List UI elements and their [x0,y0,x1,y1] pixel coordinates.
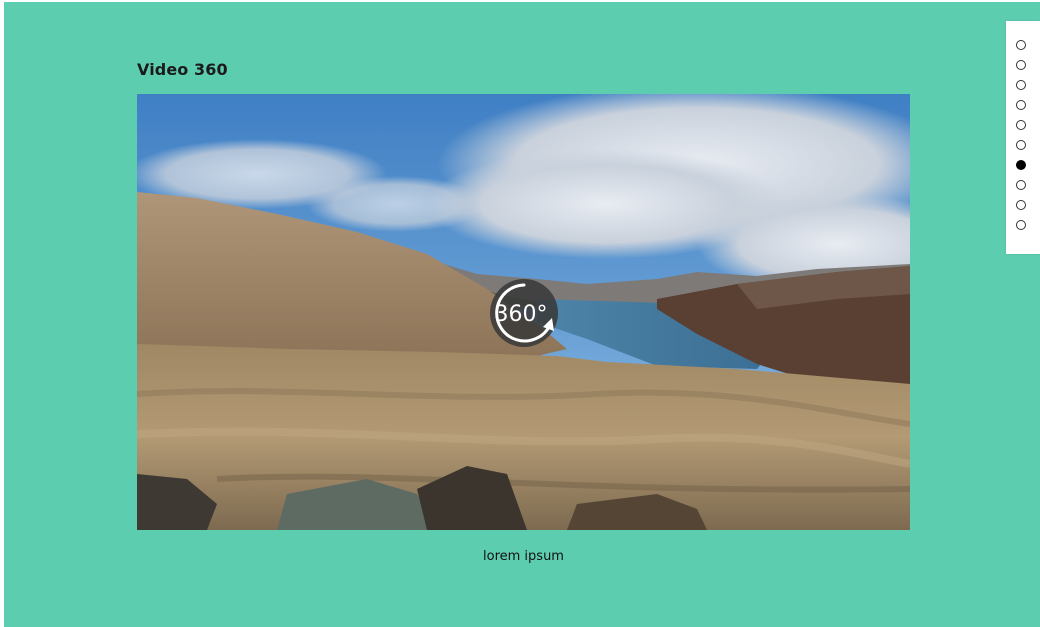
video-caption: lorem ipsum [483,549,564,564]
dot-nav-item[interactable] [1016,80,1026,100]
dot-nav-item[interactable] [1016,200,1026,220]
dot-list [1016,40,1026,240]
dot-nav-circle-icon[interactable] [1016,80,1026,90]
dot-nav-circle-icon[interactable] [1016,120,1026,130]
section-dot-navigation [1006,21,1040,254]
dot-nav-item[interactable] [1016,140,1026,160]
dot-nav-item[interactable] [1016,220,1026,240]
dot-nav-circle-icon[interactable] [1016,220,1026,230]
dot-nav-circle-icon[interactable] [1016,140,1026,150]
dot-nav-item[interactable] [1016,180,1026,200]
dot-nav-circle-icon[interactable] [1016,200,1026,210]
page-section: Video 360 360° lorem ipsum [4,2,1040,627]
dot-nav-item[interactable] [1016,60,1026,80]
dot-nav-item[interactable] [1016,100,1026,120]
dot-nav-circle-icon[interactable] [1016,100,1026,110]
dot-nav-circle-icon[interactable] [1016,60,1026,70]
dot-nav-item[interactable] [1016,40,1026,60]
video-360-player[interactable]: 360° [137,94,910,530]
dot-nav-circle-icon[interactable] [1016,40,1026,50]
360-rotate-icon[interactable]: 360° [488,277,560,349]
dot-nav-item[interactable] [1016,160,1026,180]
dot-nav-active-circle-icon[interactable] [1016,160,1026,170]
360-badge-label: 360° [495,302,548,327]
page-title: Video 360 [137,60,228,79]
dot-nav-circle-icon[interactable] [1016,180,1026,190]
dot-nav-item[interactable] [1016,120,1026,140]
